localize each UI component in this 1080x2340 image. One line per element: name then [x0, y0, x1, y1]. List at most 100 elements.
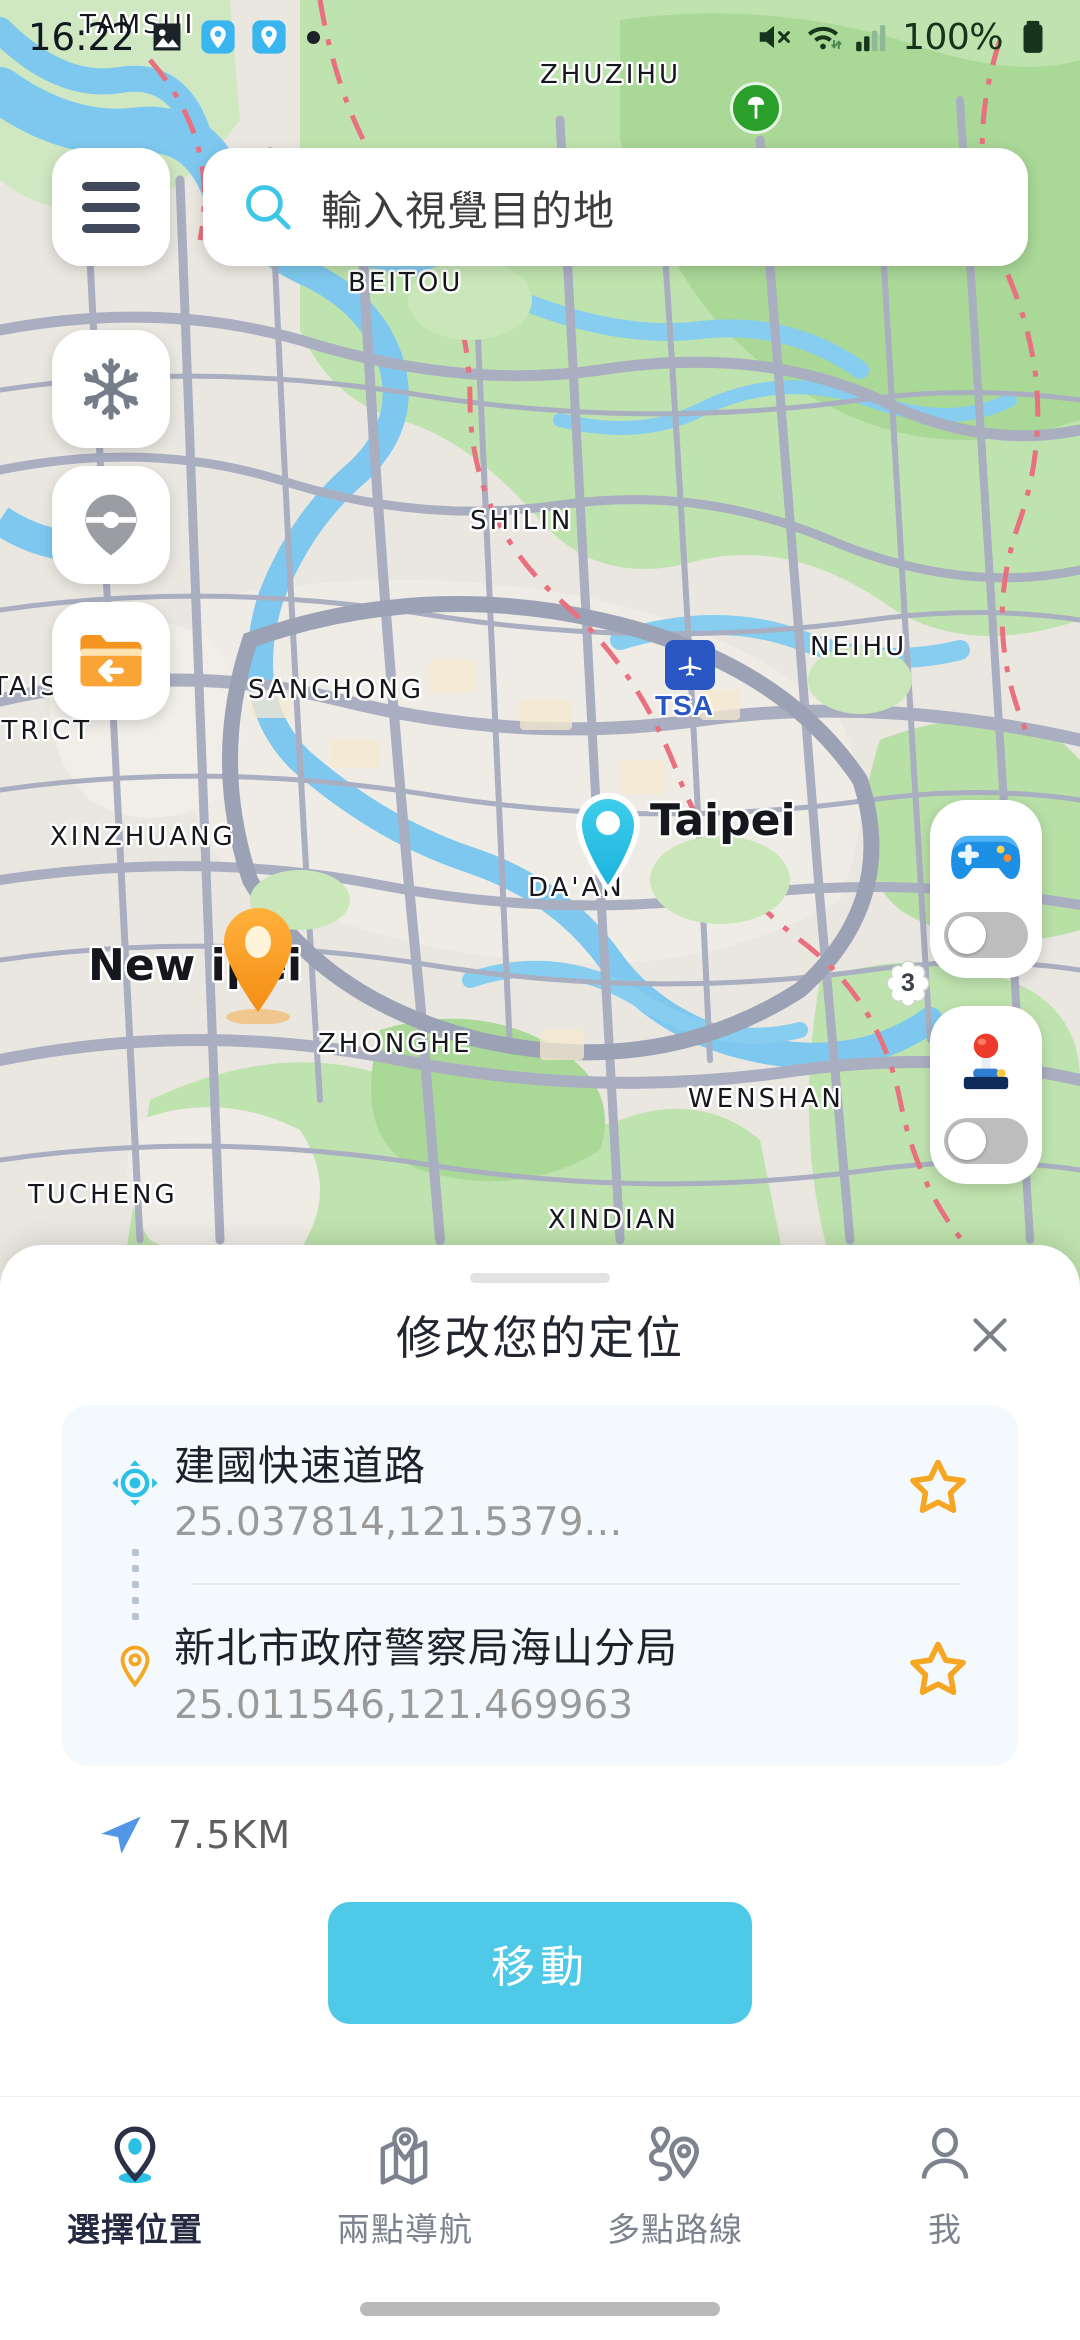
- joystick-toggle[interactable]: [944, 1118, 1028, 1164]
- search-input[interactable]: 輸入視覺目的地: [203, 148, 1028, 266]
- photo-icon: [153, 23, 181, 51]
- origin-name: 建國快速道路: [174, 1443, 426, 1489]
- nav-item-select-location[interactable]: 選擇位置: [0, 2119, 270, 2251]
- crosshair-target-icon: [112, 1460, 158, 1506]
- multi-route-icon: [648, 2126, 700, 2181]
- status-bar-left: 16:22: [28, 16, 320, 59]
- left-tool-column: [52, 330, 170, 738]
- location-pair-card: 建國快速道路 25.037814,121.5379… 新北市政府警察局海山分局 …: [62, 1405, 1018, 1766]
- mute-icon: [759, 25, 790, 49]
- map-pin-folded-icon: [380, 2126, 428, 2185]
- location-connector: [62, 1545, 1018, 1623]
- gamepad-toggle[interactable]: [944, 912, 1028, 958]
- status-bar: 16:22 100%: [0, 0, 1080, 74]
- pokeball-pin-icon: [85, 494, 137, 556]
- pokeball-pin-button[interactable]: [52, 466, 170, 584]
- nav-item-multi-route[interactable]: 多點路線: [540, 2119, 810, 2251]
- hamburger-menu-icon: [82, 181, 140, 191]
- home-indicator[interactable]: [360, 2302, 720, 2316]
- gamepad-toggle-knob: [948, 916, 986, 954]
- airport-poi-marker[interactable]: [665, 640, 715, 690]
- destination-location-row[interactable]: 新北市政府警察局海山分局 25.011546,121.469963: [62, 1623, 1018, 1728]
- park-poi-marker[interactable]: [730, 82, 782, 134]
- battery-percentage: 100%: [902, 16, 1003, 58]
- star-outline-icon: [910, 1459, 966, 1513]
- joystick-panel[interactable]: [930, 1006, 1042, 1184]
- location-pin-icon: [252, 20, 286, 54]
- hamburger-menu-icon: [82, 223, 140, 233]
- joystick-icon: [963, 1033, 1009, 1090]
- bottom-navigation: 選擇位置 兩點導航 多點路線 我: [0, 2096, 1080, 2272]
- nav-label: 選擇位置: [67, 2210, 203, 2248]
- gamepad-icon-wrap: [946, 822, 1026, 894]
- nav-label: 多點路線: [607, 2210, 743, 2248]
- status-bar-right: 100%: [755, 17, 1052, 58]
- origin-location-row[interactable]: 建國快速道路 25.037814,121.5379…: [62, 1441, 1018, 1545]
- freeze-button[interactable]: [52, 330, 170, 448]
- wifi-icon: [808, 26, 842, 50]
- hamburger-menu-button[interactable]: [52, 148, 170, 266]
- hamburger-menu-icon: [82, 202, 140, 212]
- connector-dot: [131, 1596, 139, 1604]
- park-tree-icon: [747, 96, 765, 119]
- location-pin-icon: [114, 2126, 156, 2183]
- search-row: 輸入視覺目的地: [0, 148, 1080, 266]
- right-tool-column: [930, 800, 1042, 1184]
- move-button[interactable]: 移動: [328, 1901, 752, 2024]
- destination-favorite-button[interactable]: [900, 1623, 976, 1701]
- destination-name: 新北市政府警察局海山分局: [174, 1625, 678, 1672]
- person-icon: [921, 2127, 969, 2179]
- status-time: 16:22: [28, 15, 135, 59]
- connector-dot: [131, 1580, 139, 1588]
- sheet-drag-handle[interactable]: [470, 1273, 610, 1283]
- signal-icon: [856, 25, 886, 52]
- distance-row: 7.5KM: [96, 1810, 1080, 1860]
- current-location-marker[interactable]: [562, 775, 654, 895]
- map-pin-outline-icon: [120, 1645, 150, 1688]
- connector-dot: [131, 1548, 139, 1556]
- destination-icon-wrap: [104, 1623, 166, 1693]
- origin-icon-wrap: [104, 1441, 166, 1509]
- dot-indicator-icon: [306, 30, 320, 44]
- joystick-toggle-knob: [948, 1122, 986, 1160]
- person-icon-wrap: [915, 2119, 975, 2189]
- destination-coords: 25.011546,121.469963: [174, 1682, 634, 1728]
- connector-divider: [192, 1583, 960, 1586]
- sheet-header: 修改您的定位: [0, 1283, 1080, 1387]
- map-pin-folded-icon-wrap: [374, 2119, 436, 2189]
- nav-label: 我: [928, 2210, 962, 2248]
- flower-badge-count: 3: [901, 968, 915, 997]
- gamepad-icon: [951, 835, 1021, 879]
- snowflake-icon: [83, 358, 139, 420]
- airport-code-label: TSA: [655, 690, 714, 721]
- search-placeholder-text: 輸入視覺目的地: [321, 188, 615, 234]
- import-folder-button[interactable]: [52, 602, 170, 720]
- connector-dots: [104, 1548, 166, 1620]
- battery-icon: [1023, 20, 1043, 53]
- origin-favorite-button[interactable]: [900, 1441, 976, 1519]
- origin-coords: 25.037814,121.5379…: [174, 1500, 623, 1546]
- connector-dot: [131, 1564, 139, 1572]
- joystick-icon-wrap: [946, 1028, 1026, 1100]
- flower-count-badge[interactable]: 3: [880, 955, 936, 1011]
- destination-marker[interactable]: [212, 900, 304, 1024]
- nav-label: 兩點導航: [337, 2210, 473, 2248]
- connector-dot: [131, 1612, 139, 1620]
- multi-route-icon-wrap: [643, 2119, 707, 2189]
- gamepad-panel[interactable]: [930, 800, 1042, 978]
- airplane-icon: [678, 656, 702, 676]
- location-pin-icon: [201, 20, 235, 54]
- nav-item-profile[interactable]: 我: [810, 2119, 1080, 2251]
- destination-text: 新北市政府警察局海山分局 25.011546,121.469963: [166, 1623, 900, 1727]
- close-button[interactable]: [962, 1307, 1018, 1363]
- location-pin-icon-wrap: [104, 2119, 166, 2189]
- origin-text: 建國快速道路 25.037814,121.5379…: [166, 1441, 900, 1545]
- distance-value: 7.5KM: [168, 1812, 292, 1857]
- orange-folder-back-arrow-icon: [80, 635, 142, 687]
- search-icon: [246, 185, 291, 230]
- navigation-arrow-icon: [101, 1816, 141, 1854]
- sheet-title: 修改您的定位: [396, 1312, 684, 1364]
- nav-item-two-point-nav[interactable]: 兩點導航: [270, 2119, 540, 2251]
- star-outline-icon: [910, 1641, 966, 1696]
- close-icon: [973, 1318, 1007, 1352]
